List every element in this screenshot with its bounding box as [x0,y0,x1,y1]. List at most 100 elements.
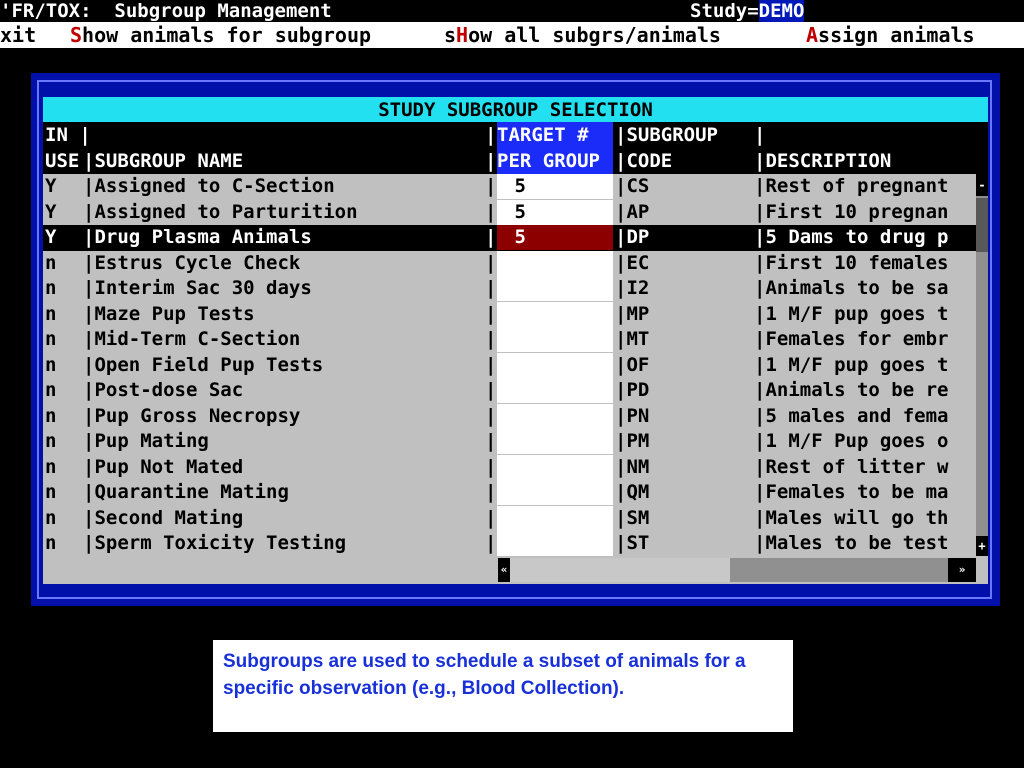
subgroup-code-cell: |OF [615,353,650,376]
in-use-cell: n [45,251,57,274]
subgroup-name-cell: |Pup Not Mated [83,455,244,478]
header-subgroup: |SUBGROUP [615,124,718,146]
menu-label: how animals for subgroup [82,23,372,47]
description-cell: |Animals to be sa [754,277,949,299]
header-sep: | [754,124,766,146]
separator: | [485,200,497,223]
header-subgroup-name: |SUBGROUP NAME [83,150,244,172]
table-row[interactable]: Y |Assigned to C-Section | 5 |CS |Rest of pr… [43,174,976,200]
subgroup-name-cell: |Assigned to Parturition [83,200,358,223]
subgroup-name-cell: |Pup Gross Necropsy [83,404,301,427]
header-use: USE [45,150,80,172]
study-indicator: Study=DEMO [690,0,805,22]
description-cell: |Females to be ma [754,481,949,503]
description-cell: |Males to be test [754,532,949,554]
header-sep: | [485,150,497,172]
menu-show-animals-for-subgroup[interactable]: Show animals for subgroup [70,22,371,48]
in-use-cell: n [45,481,57,503]
separator: | [485,455,497,478]
table-row[interactable]: n |Maze Pup Tests | |MP |1 M/F pup goes t [43,301,976,328]
separator: | [485,404,497,427]
subgroup-code-cell: |DP [615,226,650,248]
table-row[interactable]: n |Interim Sac 30 days | |I2 |Animals to be … [43,276,976,302]
description-cell: |5 Dams to drug p [754,226,949,248]
subgroup-name-cell: |Estrus Cycle Check [83,251,301,274]
table-row[interactable]: n |Post-dose Sac | |PD |Animals to be re [43,378,976,404]
separator: | [485,277,497,299]
table-row[interactable]: n |Pup Gross Necropsy | |PN |5 males and fem… [43,403,976,430]
description-cell: |First 10 pregnan [754,200,949,223]
scroll-up-arrow[interactable]: - [976,174,988,196]
description-cell: |Rest of pregnant [754,175,949,197]
separator: | [485,481,497,503]
caption-note: Subgroups are used to schedule a subset … [213,640,793,732]
vertical-scroll-thumb[interactable] [976,198,988,252]
subgroup-code-cell: |AP [615,200,650,223]
header-target[interactable]: TARGET # [497,122,613,148]
separator: | [485,353,497,376]
header-code: |CODE [615,150,673,172]
header-description: |DESCRIPTION [754,150,892,172]
in-use-cell: n [45,506,57,529]
table-row[interactable]: Y |Assigned to Parturition | 5 |AP |First 10… [43,199,976,226]
target-input[interactable] [497,276,613,301]
separator: | [485,506,497,529]
header-row-2: USE |SUBGROUP NAME | PER GROUP |CODE |DE… [43,148,988,174]
menu-show-all-subgroups[interactable]: sHow all subgrs/animals [444,22,721,48]
description-cell: |1 M/F pup goes t [754,302,949,325]
description-cell: |Rest of litter w [754,455,949,478]
table-row[interactable]: n |Estrus Cycle Check | |EC |First 10 female… [43,250,976,277]
subgroup-code-cell: |EC [615,251,650,274]
target-input[interactable] [497,403,613,429]
subgroup-code-cell: |PN [615,404,650,427]
menu-exit[interactable]: xit [0,22,36,48]
scroll-right-arrow[interactable]: » [948,558,976,582]
scroll-left-arrow[interactable]: « [498,558,510,582]
menu-exit-label: xit [0,23,37,47]
menu-assign-animals[interactable]: Assign animals [806,22,975,48]
horizontal-scrollbar[interactable]: « » [498,558,976,582]
horizontal-scroll-thumb[interactable] [510,558,730,582]
description-cell: |Males will go th [754,506,949,529]
table-row[interactable]: Y |Drug Plasma Animals | 5 |DP |5 Dams to dr… [43,225,976,251]
table-row[interactable]: n |Mid-Term C-Section | |MT |Females for emb… [43,327,976,353]
subgroup-code-cell: |ST [615,532,650,554]
subgroup-name-cell: |Assigned to C-Section [83,175,335,197]
vertical-scrollbar[interactable]: - + [976,174,988,556]
header-row-1: IN | | TARGET # |SUBGROUP | [43,122,988,148]
target-input[interactable] [497,378,613,403]
subgroup-code-cell: |MT [615,328,650,350]
header-per-group[interactable]: PER GROUP [497,148,613,174]
target-input[interactable] [497,301,613,327]
subgroup-code-cell: |I2 [615,277,650,299]
menu-hotkey: A [806,23,819,47]
table-row[interactable]: n |Quarantine Mating | |QM |Females to be ma [43,480,976,506]
study-value: DEMO [758,0,805,22]
target-input[interactable] [497,327,613,352]
target-input[interactable] [497,250,613,276]
subgroup-code-cell: |CS [615,175,650,197]
subgroup-name-cell: |Pup Mating [83,430,209,452]
target-input[interactable] [497,429,613,454]
in-use-cell: n [45,302,57,325]
description-cell: |1 M/F pup goes t [754,353,949,376]
table-row[interactable]: n |Sperm Toxicity Testing | |ST |Males to be… [43,531,976,557]
scroll-down-arrow[interactable]: + [976,536,988,556]
study-label: Study= [690,0,759,22]
subgroup-name-cell: |Sperm Toxicity Testing [83,532,347,554]
table-row[interactable]: n |Pup Mating | |PM |1 M/F Pup goes o [43,429,976,455]
table-row[interactable]: n |Pup Not Mated | |NM |Rest of litter w [43,454,976,481]
in-use-cell: n [45,328,57,350]
in-use-cell: Y [45,226,57,248]
table-row[interactable]: n |Second Mating | |SM |Males will go th [43,505,976,532]
target-input[interactable] [497,352,613,378]
title-bar: 'FR/TOX: Subgroup Management Study=DEMO [0,0,1024,22]
table-row[interactable]: n |Open Field Pup Tests | |OF |1 M/F pup goe… [43,352,976,379]
target-input[interactable] [497,531,613,556]
target-input[interactable] [497,505,613,531]
target-input[interactable] [497,480,613,505]
separator: | [485,328,497,350]
target-input[interactable] [497,454,613,480]
in-use-cell: n [45,455,57,478]
separator: | [485,379,497,401]
